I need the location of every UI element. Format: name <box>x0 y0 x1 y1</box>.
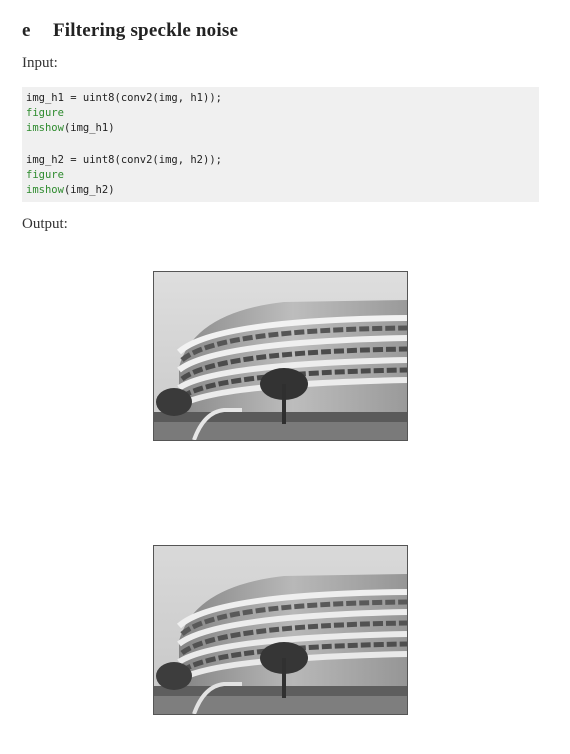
section-title: Filtering speckle noise <box>53 20 239 41</box>
code-keyword: imshow <box>26 184 64 196</box>
input-label: Input: <box>22 55 58 71</box>
section-heading: e Filtering speckle noise <box>22 20 238 42</box>
building-photo-icon <box>154 546 407 714</box>
code-block: img_h1 = uint8(conv2(img, h1)); figure i… <box>22 87 539 202</box>
section-letter: e <box>22 20 31 41</box>
code-line: figure <box>26 107 64 119</box>
code-line: imshow(img_h1) <box>26 121 115 135</box>
code-argument: (img_h2) <box>63 184 115 196</box>
code-keyword: imshow <box>26 122 64 134</box>
code-line: img_h2 = uint8(conv2(img, h2)); <box>26 154 222 166</box>
code-line: imshow(img_h2) <box>26 183 115 197</box>
code-line: figure <box>26 169 64 181</box>
code-argument: (img_h1) <box>63 122 115 134</box>
code-line: img_h1 = uint8(conv2(img, h1)); <box>26 92 222 104</box>
output-image-h2 <box>153 545 408 715</box>
output-label: Output: <box>22 216 68 232</box>
output-image-h1 <box>153 271 408 441</box>
building-photo-icon <box>154 272 407 440</box>
